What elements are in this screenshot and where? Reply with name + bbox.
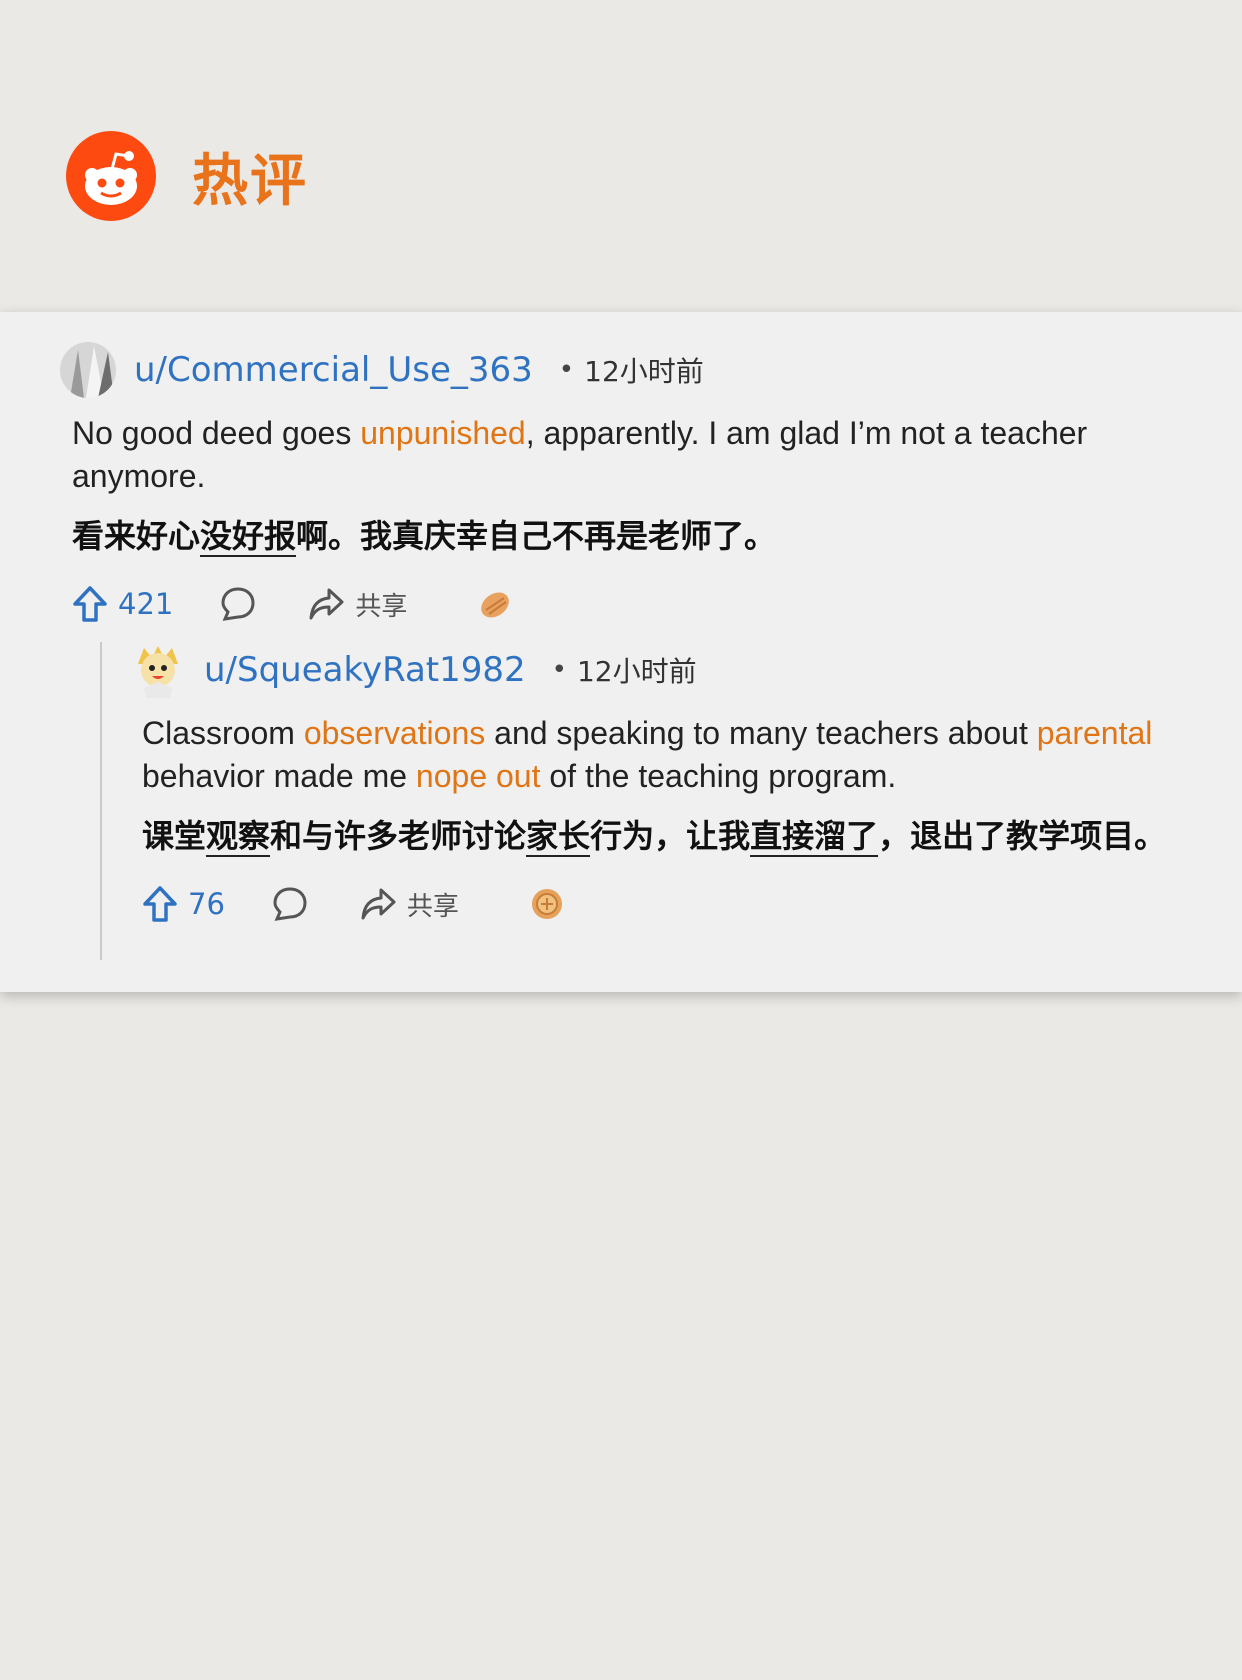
award-button[interactable] — [529, 886, 565, 922]
page-title: 热评 — [192, 148, 308, 214]
action-bar: 76 共享 — [142, 882, 1180, 926]
upvote-count: 421 — [118, 587, 174, 621]
highlighted-word: nope out — [415, 758, 541, 794]
reddit-logo-icon — [66, 131, 156, 221]
highlighted-word: observations — [303, 715, 486, 751]
share-icon — [309, 588, 344, 620]
share-label: 共享 — [355, 591, 408, 622]
comment-meta: u/Commercial_Use_363 • 12小时前 — [60, 342, 1180, 398]
upvote-icon — [143, 886, 177, 922]
underlined-phrase: 直接溜了 — [750, 817, 879, 857]
underlined-phrase: 观察 — [206, 817, 271, 857]
timestamp: 12小时前 — [584, 355, 704, 388]
upvote-count: 76 — [188, 887, 225, 921]
underlined-phrase: 没好报 — [200, 517, 297, 557]
avatar[interactable] — [60, 342, 116, 398]
reply-button[interactable] — [219, 585, 257, 623]
upvote-button[interactable]: 421 — [72, 585, 173, 623]
username-link[interactable]: u/Commercial_Use_363 — [134, 350, 533, 390]
share-button[interactable]: 共享 — [307, 586, 407, 623]
upvote-icon — [73, 586, 107, 622]
header: 热评 — [66, 130, 308, 222]
comment-text-en: No good deed goes unpunished, apparently… — [72, 415, 1088, 494]
comment-text-zh: 课堂观察和与许多老师讨论家长行为，让我直接溜了，退出了教学项目。 — [142, 817, 1167, 857]
comment-text-zh: 看来好心没好报啊。我真庆幸自己不再是老师了。 — [72, 517, 777, 557]
comments-card: u/Commercial_Use_363 • 12小时前 No good dee… — [0, 312, 1242, 992]
comment-text-en: Classroom observations and speaking to m… — [142, 715, 1153, 794]
highlighted-word: unpunished — [360, 415, 526, 451]
avatar[interactable] — [130, 642, 186, 698]
share-label: 共享 — [406, 891, 459, 922]
underlined-phrase: 家长 — [526, 817, 591, 857]
comment-icon — [221, 587, 255, 621]
reply-button[interactable] — [271, 885, 309, 923]
highlighted-word: parental — [1036, 715, 1153, 751]
award-icon — [531, 889, 562, 919]
award-icon — [481, 592, 510, 618]
award-button[interactable] — [477, 586, 513, 622]
comment-reply: u/SqueakyRat1982 • 12小时前 Classroom obser… — [130, 642, 1180, 926]
separator-dot: • — [558, 355, 575, 385]
comment-top: u/Commercial_Use_363 • 12小时前 No good dee… — [60, 342, 1180, 626]
share-button[interactable]: 共享 — [359, 886, 459, 923]
timestamp: 12小时前 — [576, 655, 697, 688]
thread-line — [100, 642, 102, 960]
comment-icon — [273, 887, 307, 921]
comment-meta: u/SqueakyRat1982 • 12小时前 — [130, 642, 1180, 698]
username-link[interactable]: u/SqueakyRat1982 — [204, 650, 526, 690]
share-icon — [361, 888, 396, 920]
separator-dot: • — [551, 655, 567, 685]
upvote-button[interactable]: 76 — [142, 885, 225, 923]
action-bar: 421 共享 — [72, 582, 1180, 626]
